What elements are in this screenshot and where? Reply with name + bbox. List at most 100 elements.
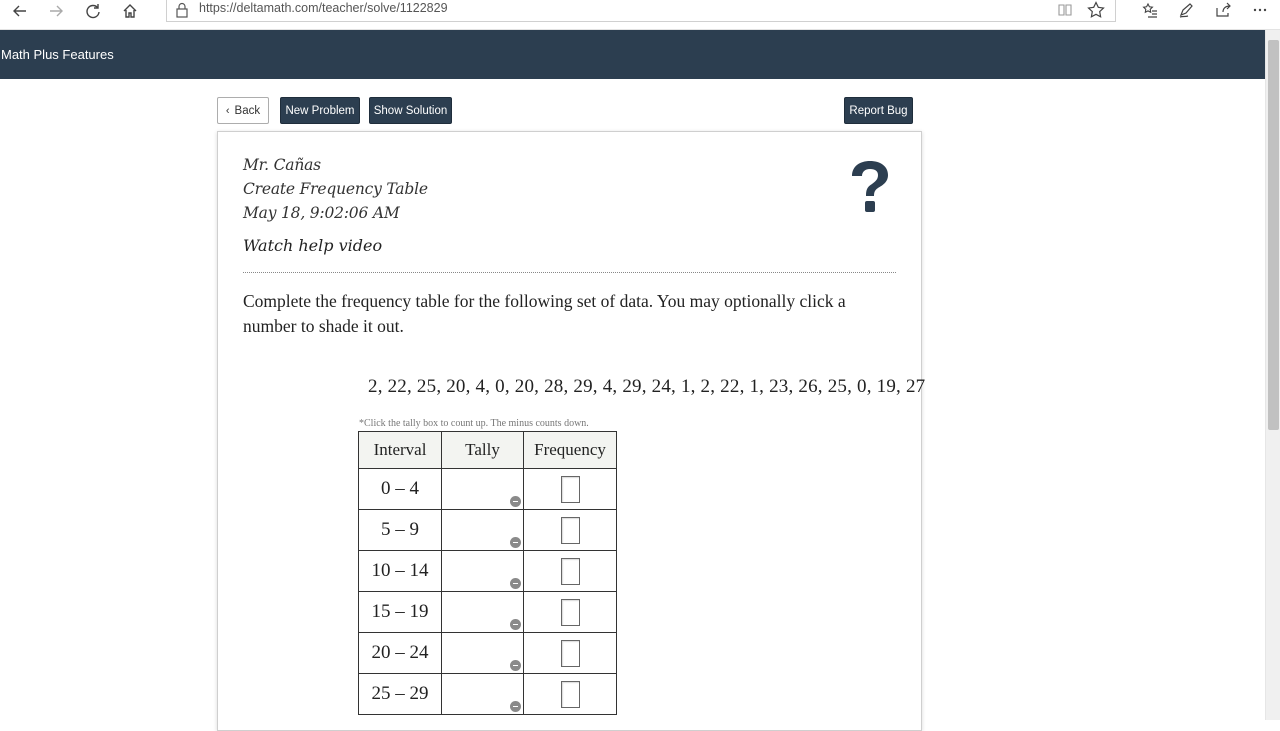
dataset-number[interactable]: 0 — [857, 376, 867, 397]
show-solution-label: Show Solution — [373, 104, 448, 117]
dataset-number[interactable]: 20 — [515, 376, 534, 397]
dataset-number[interactable]: 25 — [828, 376, 847, 397]
home-icon[interactable] — [118, 0, 142, 22]
new-problem-button[interactable]: New Problem — [280, 97, 360, 124]
reading-view-icon[interactable] — [1057, 2, 1073, 18]
dataset-separator: , — [407, 376, 417, 397]
dataset-number[interactable]: 1 — [749, 376, 759, 397]
url-text[interactable]: https://deltamath.com/teacher/solve/1122… — [199, 1, 448, 15]
table-row: 10 – 14 — [358, 550, 617, 592]
dataset-number[interactable]: 2 — [368, 376, 378, 397]
star-icon[interactable] — [1087, 1, 1105, 19]
help-video-link[interactable]: Watch help video — [243, 236, 382, 255]
problem-prompt: Complete the frequency table for the fol… — [243, 291, 846, 336]
dataset-separator: , — [817, 376, 828, 397]
interval-cell: 0 – 4 — [358, 468, 442, 510]
back-arrow-icon[interactable] — [8, 0, 32, 22]
dataset-number[interactable]: 0 — [495, 376, 505, 397]
frequency-input[interactable] — [560, 680, 580, 708]
dataset-number[interactable]: 19 — [877, 376, 896, 397]
favorites-icon[interactable] — [1139, 0, 1161, 20]
table-row: 15 – 19 — [358, 591, 617, 633]
report-bug-button[interactable]: Report Bug — [844, 97, 913, 124]
report-bug-label: Report Bug — [849, 104, 908, 117]
dataset-number[interactable]: 29 — [622, 376, 641, 397]
question-mark-icon[interactable] — [848, 160, 892, 214]
minus-icon[interactable] — [510, 660, 521, 671]
dataset-separator: , — [788, 376, 799, 397]
frequency-cell — [523, 673, 617, 715]
dataset-separator: , — [866, 376, 877, 397]
dataset-separator: , — [759, 376, 770, 397]
header-interval: Interval — [358, 431, 442, 469]
dataset-number[interactable]: 24 — [652, 376, 671, 397]
dataset-separator: , — [896, 376, 906, 397]
address-bar[interactable]: https://deltamath.com/teacher/solve/1122… — [166, 0, 1116, 22]
table-row: 0 – 4 — [358, 468, 617, 510]
dataset-separator: , — [436, 376, 447, 397]
dataset-number[interactable]: 22 — [720, 376, 739, 397]
minus-icon[interactable] — [510, 496, 521, 507]
more-icon[interactable] — [1249, 0, 1271, 20]
scrollbar-thumb[interactable] — [1268, 40, 1279, 430]
dataset-number[interactable]: 4 — [476, 376, 486, 397]
dataset-number[interactable]: 23 — [769, 376, 788, 397]
dataset-number[interactable]: 20 — [446, 376, 465, 397]
dataset-separator: , — [485, 376, 496, 397]
minus-icon[interactable] — [510, 537, 521, 548]
teacher-name: Mr. Cañas — [243, 156, 321, 174]
table-row: 25 – 29 — [358, 673, 617, 715]
refresh-icon[interactable] — [81, 0, 105, 22]
forward-arrow-icon[interactable] — [44, 0, 68, 22]
frequency-input[interactable] — [560, 557, 580, 585]
tally-box[interactable] — [441, 673, 524, 715]
dataset-number[interactable]: 26 — [798, 376, 817, 397]
frequency-input[interactable] — [560, 475, 580, 503]
page-scrollbar[interactable] — [1265, 30, 1280, 720]
pen-icon[interactable] — [1175, 0, 1197, 20]
dataset-number[interactable]: 1 — [681, 376, 691, 397]
dataset-separator: , — [690, 376, 701, 397]
frequency-input[interactable] — [560, 598, 580, 626]
tally-box[interactable] — [441, 550, 524, 592]
frequency-input[interactable] — [560, 516, 580, 544]
tally-box[interactable] — [441, 591, 524, 633]
tally-box[interactable] — [441, 509, 524, 551]
header-tally: Tally — [441, 431, 524, 469]
show-solution-button[interactable]: Show Solution — [369, 97, 452, 124]
dataset-separator: , — [465, 376, 476, 397]
table-row: 20 – 24 — [358, 632, 617, 674]
dataset-number[interactable]: 22 — [388, 376, 407, 397]
dataset-list: 2, 22, 25, 20, 4, 0, 20, 28, 29, 4, 29, … — [368, 376, 925, 398]
header-frequency: Frequency — [523, 431, 617, 469]
dataset-number[interactable]: 2 — [701, 376, 711, 397]
dataset-separator: , — [377, 376, 388, 397]
interval-cell: 20 – 24 — [358, 632, 442, 674]
interval-cell: 25 – 29 — [358, 673, 442, 715]
dataset-separator: , — [534, 376, 545, 397]
back-button[interactable]: ‹ Back — [217, 97, 269, 124]
tally-box[interactable] — [441, 468, 524, 510]
dataset-number[interactable]: 28 — [544, 376, 563, 397]
interval-cell: 15 – 19 — [358, 591, 442, 633]
minus-icon[interactable] — [510, 578, 521, 589]
share-icon[interactable] — [1212, 0, 1234, 20]
frequency-cell — [523, 509, 617, 551]
dataset-number[interactable]: 25 — [417, 376, 436, 397]
interval-cell: 10 – 14 — [358, 550, 442, 592]
new-problem-label: New Problem — [285, 104, 355, 117]
frequency-table: Interval Tally Frequency 0 – 45 – 9 10 – … — [358, 431, 617, 715]
frequency-input[interactable] — [560, 639, 580, 667]
tally-box[interactable] — [441, 632, 524, 674]
dataset-number[interactable]: 4 — [603, 376, 613, 397]
interval-cell: 5 – 9 — [358, 509, 442, 551]
dataset-number[interactable]: 29 — [573, 376, 592, 397]
minus-icon[interactable] — [510, 619, 521, 630]
dataset-separator: , — [739, 376, 750, 397]
minus-icon[interactable] — [510, 701, 521, 712]
brand-title[interactable]: Math Plus Features — [1, 47, 114, 62]
dataset-separator: , — [592, 376, 603, 397]
dataset-separator: , — [710, 376, 721, 397]
frequency-cell — [523, 468, 617, 510]
dataset-number[interactable]: 27 — [906, 376, 925, 397]
